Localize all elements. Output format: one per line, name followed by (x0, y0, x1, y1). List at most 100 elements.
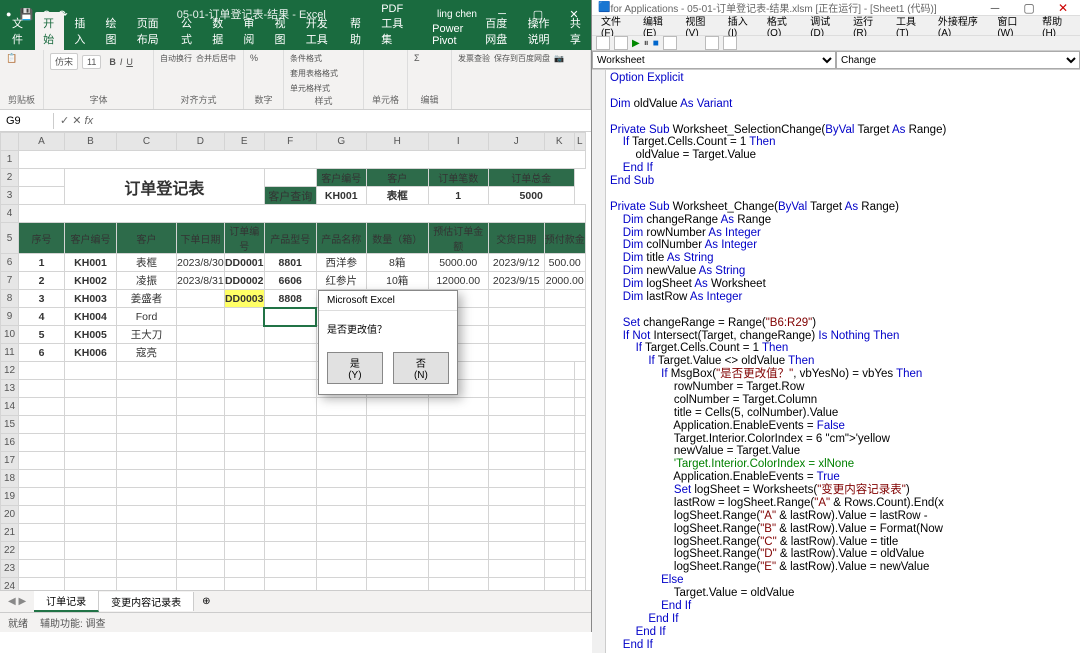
query-h-id[interactable]: 客户编号 (316, 169, 366, 187)
cell-cust[interactable]: 表框 (117, 254, 177, 272)
underline-button[interactable]: U (126, 57, 133, 67)
tb-break-icon[interactable]: ⏸ (644, 38, 649, 49)
cell-order[interactable] (224, 344, 264, 362)
cell[interactable] (544, 506, 574, 524)
query-label[interactable]: 客户查询 (264, 187, 316, 205)
code-line[interactable]: End If (610, 600, 1076, 613)
cell[interactable] (488, 452, 544, 470)
code-line[interactable]: logSheet.Range("B" & lastRow).Value = Fo… (610, 523, 1076, 536)
tb-project-icon[interactable] (705, 36, 719, 50)
code-line[interactable]: rowNumber = Target.Row (610, 381, 1076, 394)
cell[interactable] (366, 452, 428, 470)
cell[interactable] (316, 506, 366, 524)
code-line[interactable]: title = Cells(5, colNumber).Value (610, 407, 1076, 420)
cell[interactable] (177, 578, 225, 591)
code-line[interactable]: Application.EnableEvents = True (610, 471, 1076, 484)
code-line[interactable]: End If (610, 626, 1076, 639)
cell[interactable] (177, 398, 225, 416)
row-header[interactable]: 16 (1, 434, 19, 452)
cell[interactable] (488, 416, 544, 434)
cell-cust[interactable]: Ford (117, 308, 177, 326)
tb-save-icon[interactable] (614, 36, 628, 50)
cell[interactable] (544, 524, 574, 542)
row-header[interactable]: 13 (1, 380, 19, 398)
tab-baidu[interactable]: 百度网盘 (477, 12, 519, 50)
cell[interactable] (316, 398, 366, 416)
cell[interactable] (574, 434, 585, 452)
code-editor[interactable]: Option Explicit Dim oldValue As Variant … (606, 70, 1080, 653)
save-baidu[interactable]: 保存到百度网盘 (494, 53, 550, 64)
query-count[interactable]: 1 (428, 187, 488, 205)
cell[interactable] (117, 506, 177, 524)
cell[interactable] (117, 542, 177, 560)
code-line[interactable]: Set logSheet = Worksheets("变更内容记录表") (610, 484, 1076, 497)
cell[interactable] (65, 470, 117, 488)
tb-props-icon[interactable] (723, 36, 737, 50)
cell[interactable] (224, 560, 264, 578)
row-header[interactable]: 2 (1, 169, 19, 187)
merge-center[interactable]: 合并后居中 (196, 53, 236, 64)
cell-order[interactable] (224, 308, 264, 326)
cell[interactable] (366, 578, 428, 591)
code-line[interactable]: If Not Intersect(Target, changeRange) Is… (610, 330, 1076, 343)
cell-custid[interactable]: KH005 (65, 326, 117, 344)
col-header[interactable]: 客户 (117, 223, 177, 254)
cell-date[interactable] (177, 344, 225, 362)
cell[interactable] (574, 398, 585, 416)
cell[interactable] (264, 524, 316, 542)
cell-model[interactable] (264, 308, 316, 326)
code-line[interactable]: logSheet.Range("E" & lastRow).Value = ne… (610, 561, 1076, 574)
spreadsheet-grid[interactable]: ABCDEFGHIJKL 12订单登记表客户编号客户订单笔数订单总金3客户查询K… (0, 132, 591, 590)
cell[interactable] (544, 398, 574, 416)
code-line[interactable]: newValue = Target.Value (610, 445, 1076, 458)
row-header[interactable]: 3 (1, 187, 19, 205)
cell[interactable] (19, 362, 65, 380)
cell[interactable] (65, 362, 117, 380)
cell[interactable] (366, 470, 428, 488)
cell[interactable] (19, 578, 65, 591)
cell-styles[interactable]: 单元格样式 (290, 83, 330, 94)
tb-reset-icon[interactable]: ■ (653, 38, 659, 49)
tell-me[interactable]: 操作说明 (522, 12, 560, 50)
row-header[interactable]: 22 (1, 542, 19, 560)
cell-ship[interactable]: 2023/9/15 (488, 272, 544, 290)
code-line[interactable] (610, 85, 1076, 98)
cell[interactable] (264, 169, 316, 187)
row-header[interactable]: 10 (1, 326, 19, 344)
cell[interactable] (177, 542, 225, 560)
cell[interactable] (544, 488, 574, 506)
cell[interactable] (177, 452, 225, 470)
cell[interactable] (177, 416, 225, 434)
cell-pay[interactable] (544, 308, 585, 326)
cell[interactable] (117, 470, 177, 488)
row-header[interactable]: 8 (1, 290, 19, 308)
cell-prod[interactable]: 西洋参 (316, 254, 366, 272)
cell-seq[interactable]: 4 (19, 308, 65, 326)
tab-home[interactable]: 开始 (35, 12, 64, 50)
cell[interactable] (19, 506, 65, 524)
cell[interactable] (574, 506, 585, 524)
cell-date[interactable]: 2023/8/31 (177, 272, 225, 290)
cell-pay[interactable]: 2000.00 (544, 272, 585, 290)
cell[interactable] (19, 434, 65, 452)
cell[interactable] (488, 380, 544, 398)
cell[interactable] (177, 434, 225, 452)
procedure-dropdown[interactable]: Change (836, 51, 1080, 69)
cell[interactable] (488, 362, 544, 380)
cell-model[interactable] (264, 326, 316, 344)
col-header[interactable]: 预估订单金额 (428, 223, 488, 254)
col-header[interactable]: 客户编号 (65, 223, 117, 254)
cell[interactable] (65, 452, 117, 470)
cell[interactable] (264, 380, 316, 398)
paste-button[interactable]: 📋 (6, 53, 17, 64)
cell[interactable] (574, 380, 585, 398)
cell-custid[interactable]: KH004 (65, 308, 117, 326)
cell-pay[interactable] (544, 344, 585, 362)
row-header[interactable]: 24 (1, 578, 19, 591)
fx-icon[interactable]: ✓ ✕ fx (54, 114, 99, 127)
cell[interactable] (117, 578, 177, 591)
col-header[interactable]: 数量（箱） (366, 223, 428, 254)
cell-custid[interactable]: KH003 (65, 290, 117, 308)
cell-order[interactable]: DD0001 (224, 254, 264, 272)
cell[interactable] (574, 362, 585, 380)
